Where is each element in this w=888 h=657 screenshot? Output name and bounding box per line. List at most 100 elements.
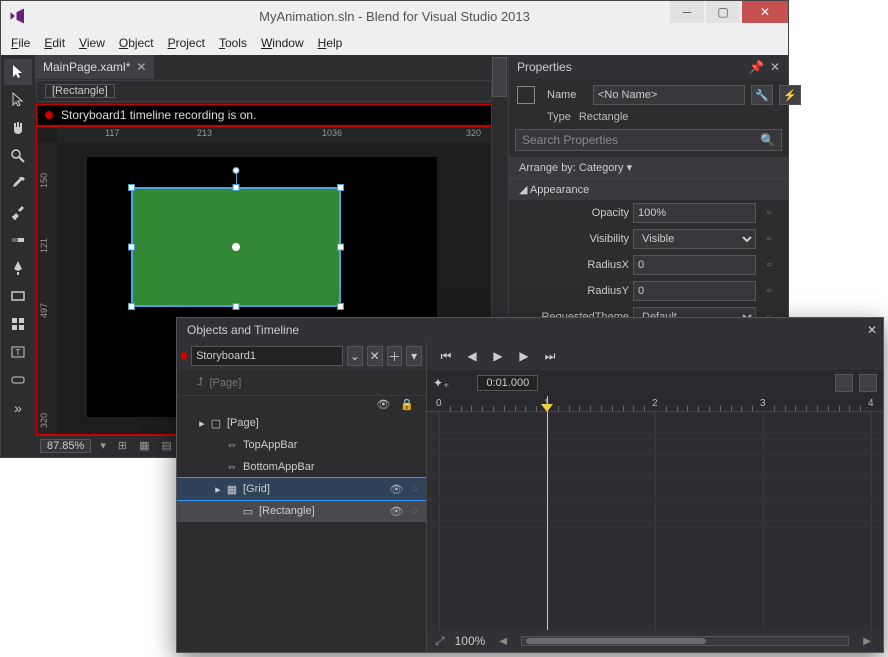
keyframe-add-icon[interactable]: ✦₊: [433, 376, 449, 390]
resize-handle[interactable]: [337, 184, 344, 191]
maximize-button[interactable]: ▢: [706, 1, 740, 23]
resize-handle[interactable]: [128, 303, 135, 310]
resize-handle[interactable]: [337, 303, 344, 310]
tab-close-icon[interactable]: ✕: [136, 60, 146, 74]
close-button[interactable]: ✕: [742, 1, 788, 23]
storyboard-options-icon[interactable]: ⌄: [347, 346, 363, 366]
events-icon[interactable]: ⚡: [779, 85, 801, 105]
playhead-icon[interactable]: [541, 404, 553, 412]
current-time[interactable]: 0:01.000: [477, 375, 538, 391]
resize-handle[interactable]: [337, 244, 344, 251]
layout-tool-icon[interactable]: [4, 311, 32, 337]
timeline-expand-icon[interactable]: ⤢: [435, 634, 445, 649]
goto-first-icon[interactable]: ⏮: [435, 346, 457, 366]
menu-help[interactable]: Help: [312, 34, 349, 52]
rectangle-tool-icon[interactable]: [4, 283, 32, 309]
radiusx-input[interactable]: [633, 255, 756, 275]
lock-column-icon[interactable]: 🔒: [400, 398, 414, 411]
next-frame-icon[interactable]: ▶: [513, 346, 535, 366]
property-marker-icon[interactable]: ▫: [760, 285, 778, 297]
record-indicator-icon[interactable]: ○: [411, 483, 418, 496]
resize-handle[interactable]: [128, 184, 135, 191]
property-marker-icon[interactable]: ▫: [760, 207, 778, 219]
track-row[interactable]: [427, 456, 883, 478]
grid-icon[interactable]: ▦: [136, 439, 152, 452]
pan-tool-icon[interactable]: [4, 115, 32, 141]
menu-window[interactable]: Window: [255, 34, 310, 52]
breadcrumb-item[interactable]: [Rectangle]: [45, 84, 115, 98]
opacity-input[interactable]: [633, 203, 756, 223]
snap-icon[interactable]: ▤: [158, 439, 174, 452]
control-tool-icon[interactable]: [4, 367, 32, 393]
eye-icon[interactable]: 👁: [389, 505, 403, 518]
rotation-handle[interactable]: [233, 167, 240, 174]
playhead-line[interactable]: [547, 396, 548, 630]
options-icon[interactable]: [859, 374, 877, 392]
visibility-select[interactable]: Visible: [633, 229, 756, 249]
expander-icon[interactable]: ▸: [195, 417, 209, 430]
arrange-by[interactable]: Arrange by: Category ▾: [509, 157, 788, 178]
track-row[interactable]: [427, 412, 883, 434]
eyedropper-tool-icon[interactable]: [4, 171, 32, 197]
resize-handle[interactable]: [128, 244, 135, 251]
goto-last-icon[interactable]: ⏭: [539, 346, 561, 366]
breadcrumb[interactable]: [Rectangle]: [36, 80, 492, 102]
timeline-ruler[interactable]: 01234: [427, 396, 883, 412]
storyboard-name-input[interactable]: [191, 346, 343, 366]
brush-tool-icon[interactable]: [4, 199, 32, 225]
zoom-value[interactable]: 87.85%: [40, 439, 91, 453]
scope-up-icon[interactable]: ⮥: [197, 376, 204, 389]
track-row[interactable]: [427, 434, 883, 456]
tree-row[interactable]: ⇔BottomAppBar: [177, 456, 426, 478]
eye-icon[interactable]: 👁: [389, 483, 403, 496]
timeline-scrollbar[interactable]: [521, 636, 849, 646]
storyboard-close-icon[interactable]: ✕: [367, 346, 383, 366]
storyboard-add-icon[interactable]: ＋: [387, 346, 403, 366]
scroll-right-icon[interactable]: ▶: [859, 636, 875, 647]
resize-handle[interactable]: [233, 184, 240, 191]
gradient-tool-icon[interactable]: [4, 227, 32, 253]
menu-view[interactable]: View: [73, 34, 111, 52]
resize-handle[interactable]: [233, 303, 240, 310]
reset-name-icon[interactable]: 🔧: [751, 85, 773, 105]
minimize-button[interactable]: ─: [670, 1, 704, 23]
tree-row[interactable]: ▭[Rectangle]👁○: [177, 500, 426, 522]
tree-row[interactable]: ⇔TopAppBar: [177, 434, 426, 456]
assets-tool-icon[interactable]: »: [4, 395, 32, 421]
timeline-tracks[interactable]: [427, 412, 883, 630]
search-properties[interactable]: Search Properties 🔍: [515, 129, 782, 151]
timeline-close-icon[interactable]: ✕: [867, 323, 877, 337]
center-point-icon[interactable]: [232, 243, 240, 251]
track-row[interactable]: [427, 478, 883, 500]
menu-file[interactable]: File: [5, 34, 36, 52]
menu-tools[interactable]: Tools: [213, 34, 253, 52]
property-marker-icon[interactable]: ▫: [760, 259, 778, 271]
record-indicator-icon[interactable]: ○: [411, 505, 418, 518]
storyboard-menu-icon[interactable]: ▾: [406, 346, 422, 366]
pin-icon[interactable]: 📌: [749, 60, 764, 74]
tree-row[interactable]: ▸▢[Page]: [177, 412, 426, 434]
selected-rectangle[interactable]: [131, 187, 341, 307]
play-icon[interactable]: ▶: [487, 346, 509, 366]
document-tab[interactable]: MainPage.xaml* ✕: [35, 55, 154, 79]
direct-select-tool-icon[interactable]: [4, 87, 32, 113]
zoom-tool-icon[interactable]: [4, 143, 32, 169]
titlebar[interactable]: MyAnimation.sln - Blend for Visual Studi…: [1, 1, 788, 31]
tree-row[interactable]: ▸▦[Grid]👁○: [177, 478, 426, 500]
snap-toggle-icon[interactable]: [835, 374, 853, 392]
timeline-zoom-value[interactable]: 100%: [455, 634, 486, 648]
collapsed-panel-grip-icon[interactable]: [492, 57, 507, 97]
panel-close-icon[interactable]: ✕: [770, 60, 780, 74]
scrollbar-thumb[interactable]: [526, 638, 706, 644]
zoom-dropdown-icon[interactable]: ▾: [97, 439, 109, 452]
menu-edit[interactable]: Edit: [38, 34, 71, 52]
scroll-left-icon[interactable]: ◀: [495, 636, 511, 647]
expander-icon[interactable]: ▸: [211, 483, 225, 496]
pen-tool-icon[interactable]: [4, 255, 32, 281]
text-tool-icon[interactable]: T: [4, 339, 32, 365]
menu-object[interactable]: Object: [113, 34, 160, 52]
menu-project[interactable]: Project: [162, 34, 211, 52]
radiusy-input[interactable]: [633, 281, 756, 301]
track-row[interactable]: [427, 500, 883, 522]
property-marker-icon[interactable]: ▫: [760, 233, 778, 245]
